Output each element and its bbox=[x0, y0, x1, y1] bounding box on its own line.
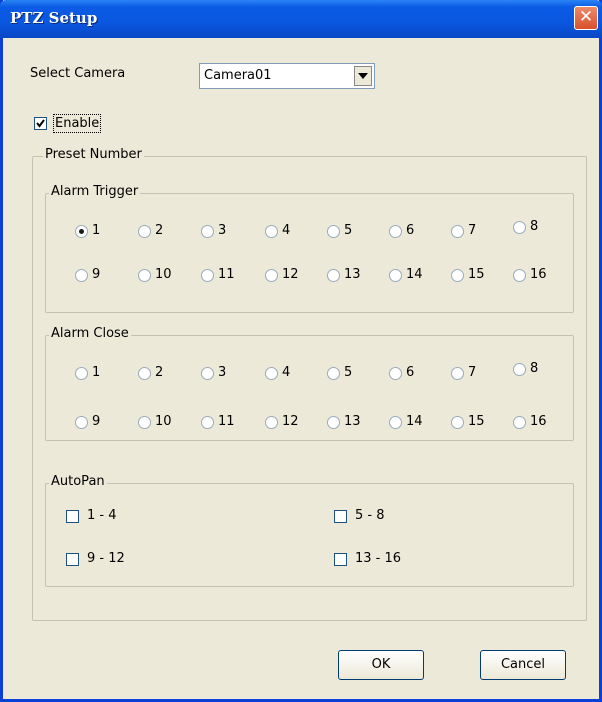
alarm-close-radio-label: 13 bbox=[344, 414, 361, 429]
alarm-trigger-radio-5[interactable] bbox=[327, 225, 340, 238]
alarm-close-radio-3[interactable] bbox=[201, 367, 214, 380]
autopan-checkbox-13-16[interactable] bbox=[334, 553, 347, 566]
alarm-close-radio-label: 11 bbox=[218, 414, 235, 429]
alarm-close-radio-label: 3 bbox=[218, 365, 227, 380]
alarm-close-radio-16[interactable] bbox=[513, 416, 526, 429]
window-title: PTZ Setup bbox=[10, 9, 98, 27]
autopan-legend: AutoPan bbox=[49, 474, 107, 489]
alarm-trigger-radio-12[interactable] bbox=[265, 269, 278, 282]
autopan-checkbox-1-4[interactable] bbox=[66, 510, 79, 523]
enable-label[interactable]: Enable bbox=[52, 114, 102, 133]
alarm-trigger-radio-label: 2 bbox=[155, 223, 164, 238]
alarm-trigger-radio-8[interactable] bbox=[513, 221, 526, 234]
alarm-trigger-radio-label: 14 bbox=[406, 267, 423, 282]
alarm-close-radio-label: 12 bbox=[282, 414, 299, 429]
alarm-close-radio-label: 8 bbox=[530, 361, 539, 376]
alarm-close-radio-8[interactable] bbox=[513, 363, 526, 376]
alarm-trigger-radio-label: 3 bbox=[218, 223, 227, 238]
select-camera-label: Select Camera bbox=[30, 66, 126, 81]
alarm-trigger-radio-15[interactable] bbox=[451, 269, 464, 282]
autopan-label-9-12: 9 - 12 bbox=[87, 551, 125, 566]
alarm-close-radio-2[interactable] bbox=[138, 367, 151, 380]
alarm-trigger-radio-6[interactable] bbox=[389, 225, 402, 238]
dropdown-button[interactable] bbox=[354, 66, 372, 86]
ok-button[interactable]: OK bbox=[338, 650, 424, 680]
alarm-trigger-radio-label: 16 bbox=[530, 267, 547, 282]
alarm-close-radio-label: 4 bbox=[282, 365, 291, 380]
alarm-close-radio-label: 2 bbox=[155, 365, 164, 380]
alarm-close-radio-label: 9 bbox=[92, 414, 101, 429]
alarm-close-radio-14[interactable] bbox=[389, 416, 402, 429]
alarm-close-radio-11[interactable] bbox=[201, 416, 214, 429]
alarm-close-radio-4[interactable] bbox=[265, 367, 278, 380]
alarm-close-radio-15[interactable] bbox=[451, 416, 464, 429]
autopan-checkbox-9-12[interactable] bbox=[66, 553, 79, 566]
alarm-close-group: Alarm Close bbox=[45, 326, 574, 441]
alarm-trigger-radio-label: 1 bbox=[92, 223, 101, 238]
alarm-close-radio-label: 15 bbox=[468, 414, 485, 429]
alarm-trigger-radio-7[interactable] bbox=[451, 225, 464, 238]
alarm-close-radio-label: 14 bbox=[406, 414, 423, 429]
alarm-close-radio-1[interactable] bbox=[75, 367, 88, 380]
alarm-trigger-radio-3[interactable] bbox=[201, 225, 214, 238]
checkmark-icon bbox=[36, 119, 45, 128]
autopan-checkbox-5-8[interactable] bbox=[334, 510, 347, 523]
chevron-down-icon bbox=[358, 73, 368, 79]
alarm-close-radio-13[interactable] bbox=[327, 416, 340, 429]
alarm-trigger-radio-11[interactable] bbox=[201, 269, 214, 282]
alarm-close-radio-label: 16 bbox=[530, 414, 547, 429]
alarm-trigger-radio-9[interactable] bbox=[75, 269, 88, 282]
autopan-label-5-8: 5 - 8 bbox=[355, 508, 385, 523]
ptz-setup-window: PTZ Setup ✕ Select Camera Camera01 Enabl… bbox=[0, 0, 602, 702]
autopan-group: AutoPan bbox=[45, 474, 574, 587]
alarm-trigger-radio-label: 15 bbox=[468, 267, 485, 282]
alarm-close-radio-6[interactable] bbox=[389, 367, 402, 380]
alarm-trigger-radio-label: 10 bbox=[155, 267, 172, 282]
autopan-label-1-4: 1 - 4 bbox=[87, 508, 117, 523]
alarm-trigger-legend: Alarm Trigger bbox=[49, 184, 141, 199]
enable-checkbox[interactable] bbox=[34, 117, 47, 130]
alarm-trigger-radio-label: 6 bbox=[406, 223, 415, 238]
alarm-close-radio-7[interactable] bbox=[451, 367, 464, 380]
alarm-trigger-group: Alarm Trigger bbox=[45, 184, 574, 313]
camera-select-value: Camera01 bbox=[204, 68, 272, 83]
alarm-trigger-radio-14[interactable] bbox=[389, 269, 402, 282]
alarm-trigger-radio-label: 9 bbox=[92, 267, 101, 282]
camera-select[interactable]: Camera01 bbox=[199, 63, 375, 89]
alarm-close-radio-9[interactable] bbox=[75, 416, 88, 429]
alarm-trigger-radio-label: 5 bbox=[344, 223, 353, 238]
alarm-trigger-radio-label: 12 bbox=[282, 267, 299, 282]
alarm-close-radio-12[interactable] bbox=[265, 416, 278, 429]
title-bar[interactable]: PTZ Setup ✕ bbox=[0, 0, 602, 38]
alarm-close-radio-5[interactable] bbox=[327, 367, 340, 380]
alarm-trigger-radio-2[interactable] bbox=[138, 225, 151, 238]
alarm-trigger-radio-1[interactable] bbox=[75, 225, 88, 238]
alarm-close-legend: Alarm Close bbox=[49, 326, 131, 341]
alarm-trigger-radio-13[interactable] bbox=[327, 269, 340, 282]
alarm-trigger-radio-16[interactable] bbox=[513, 269, 526, 282]
autopan-label-13-16: 13 - 16 bbox=[355, 551, 402, 566]
alarm-trigger-radio-label: 11 bbox=[218, 267, 235, 282]
alarm-trigger-radio-4[interactable] bbox=[265, 225, 278, 238]
cancel-button[interactable]: Cancel bbox=[480, 650, 566, 680]
alarm-close-radio-label: 1 bbox=[92, 365, 101, 380]
alarm-trigger-radio-label: 4 bbox=[282, 223, 291, 238]
alarm-close-radio-label: 6 bbox=[406, 365, 415, 380]
close-icon: ✕ bbox=[578, 7, 594, 27]
close-button[interactable]: ✕ bbox=[574, 6, 598, 30]
alarm-trigger-radio-label: 13 bbox=[344, 267, 361, 282]
alarm-trigger-radio-label: 8 bbox=[530, 219, 539, 234]
alarm-trigger-radio-10[interactable] bbox=[138, 269, 151, 282]
alarm-close-radio-label: 5 bbox=[344, 365, 353, 380]
alarm-trigger-radio-label: 7 bbox=[468, 223, 477, 238]
alarm-close-radio-label: 7 bbox=[468, 365, 477, 380]
alarm-close-radio-10[interactable] bbox=[138, 416, 151, 429]
preset-number-legend: Preset Number bbox=[43, 147, 144, 162]
alarm-close-radio-label: 10 bbox=[155, 414, 172, 429]
